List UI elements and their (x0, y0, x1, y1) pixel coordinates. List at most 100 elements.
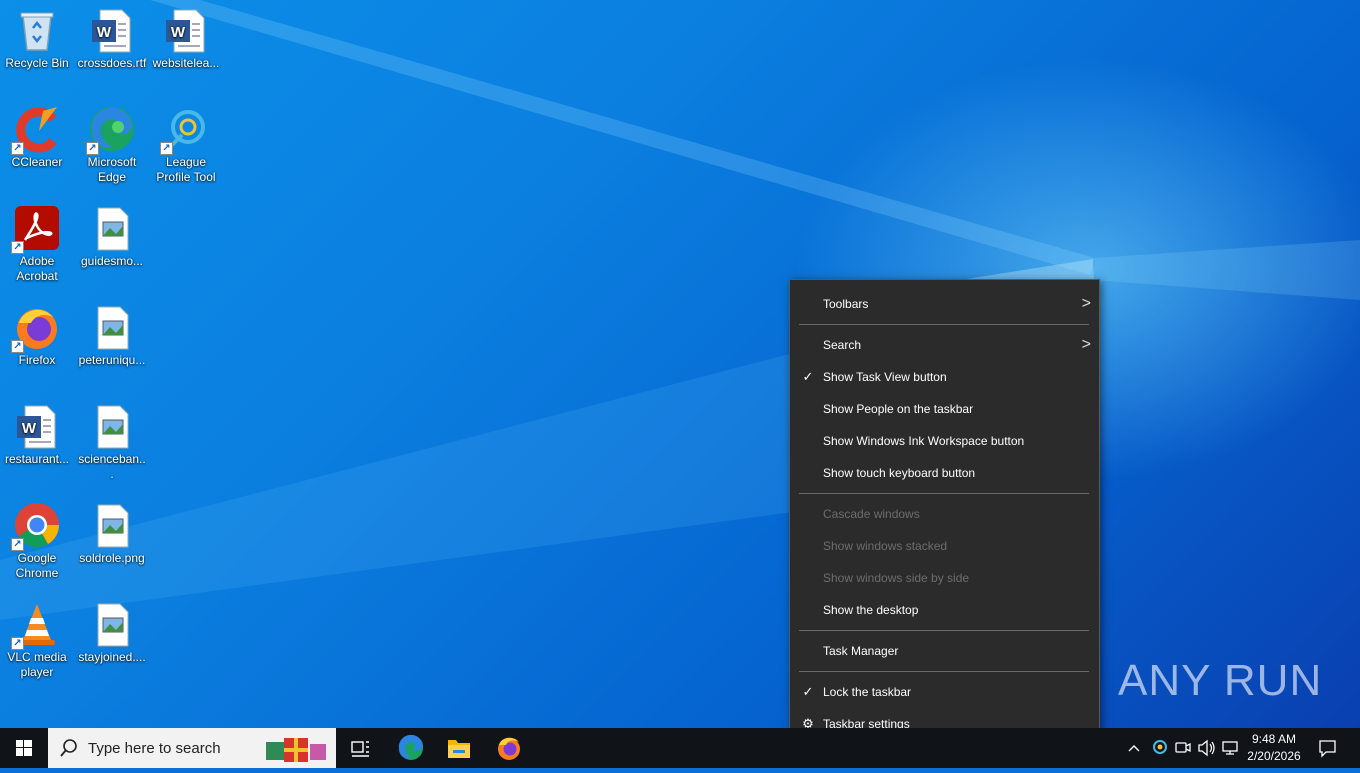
desktop-icon-microsoft-edge[interactable]: ↗ Microsoft Edge (76, 99, 148, 185)
menu-item-show-windows-side-by-side: Show windows side by side (790, 562, 1099, 594)
desktop-icon-soldrole[interactable]: soldrole.png (76, 495, 148, 566)
start-button[interactable] (0, 728, 48, 768)
menu-separator (799, 630, 1089, 631)
menu-separator (799, 324, 1089, 325)
menu-item-label: Show windows stacked (823, 539, 948, 553)
checkmark-icon: ✓ (802, 684, 814, 699)
menu-item-search[interactable]: Search > (790, 329, 1099, 361)
desktop-icon-label: VLC media player (7, 650, 67, 679)
desktop-icon-guidesmo[interactable]: guidesmo... (76, 198, 148, 269)
desktop-icon-label: Adobe Acrobat (16, 254, 58, 283)
menu-separator (799, 671, 1089, 672)
show-hidden-icons-button[interactable] (1126, 738, 1142, 763)
tray-league-profile-tool[interactable] (1150, 738, 1168, 763)
speaker-icon (1198, 739, 1215, 757)
search-icon (60, 739, 77, 757)
notification-icon (1319, 740, 1336, 758)
action-center-button[interactable] (1318, 738, 1338, 763)
desktop-icon-league-profile-tool[interactable]: ↗ League Profile Tool (150, 99, 222, 185)
tray-network[interactable] (1221, 738, 1241, 763)
word-document-icon: W (13, 402, 61, 450)
menu-item-label: Show Windows Ink Workspace button (823, 434, 1025, 448)
menu-item-show-touch-keyboard[interactable]: Show touch keyboard button (790, 457, 1099, 489)
tray-volume[interactable] (1197, 738, 1217, 763)
menu-item-label: Lock the taskbar (823, 685, 912, 699)
desktop-icon-label: CCleaner (11, 155, 63, 169)
tray-meet-now[interactable] (1174, 738, 1192, 763)
desktop-icon-label: Firefox (18, 353, 56, 367)
image-file-icon (88, 204, 136, 252)
menu-item-show-desktop[interactable]: Show the desktop (790, 594, 1099, 626)
taskbar-edge[interactable] (387, 728, 435, 768)
desktop-icon-ccleaner[interactable]: ↗ CCleaner (1, 99, 73, 170)
network-icon (1222, 741, 1238, 755)
desktop-icon-label: stayjoined.... (78, 650, 146, 664)
menu-item-show-windows-stacked: Show windows stacked (790, 530, 1099, 562)
taskbar[interactable]: Type here to search 9:48 AM 2/20/2026 (0, 728, 1360, 768)
svg-text:W: W (171, 24, 186, 41)
desktop-icon-label: peteruniqu... (78, 353, 146, 367)
chrome-icon: ↗ (11, 501, 61, 551)
desktop-icon-label: websitelea... (152, 56, 220, 70)
menu-separator (799, 493, 1089, 494)
menu-item-label: Task Manager (823, 644, 899, 658)
adobe-acrobat-icon: ↗ (11, 204, 61, 254)
shortcut-arrow-icon: ↗ (11, 142, 24, 155)
vlc-icon: ↗ (11, 600, 61, 650)
shortcut-arrow-icon: ↗ (160, 142, 173, 155)
desktop-icon-restaurant[interactable]: W restaurant... (1, 396, 73, 467)
task-view-button[interactable] (336, 728, 384, 768)
desktop-icon-websitelea[interactable]: W websitelea... (150, 0, 222, 71)
taskbar-search-box[interactable]: Type here to search (48, 728, 336, 768)
desktop-icon-adobe-acrobat[interactable]: ↗ Adobe Acrobat (1, 198, 73, 284)
menu-item-toolbars[interactable]: Toolbars > (790, 288, 1099, 320)
menu-item-show-ink-workspace[interactable]: Show Windows Ink Workspace button (790, 425, 1099, 457)
edge-icon: ↗ (86, 105, 136, 155)
recycle-bin-icon (13, 6, 61, 54)
taskbar-file-explorer[interactable] (435, 728, 483, 768)
taskbar-clock[interactable]: 9:48 AM 2/20/2026 (1242, 731, 1306, 765)
image-file-icon (88, 402, 136, 450)
image-file-icon (88, 303, 136, 351)
menu-item-label: Show the desktop (823, 603, 919, 617)
menu-item-label: Cascade windows (823, 507, 920, 521)
watermark: ANY RUN (1118, 656, 1323, 705)
chevron-right-icon: > (1081, 295, 1091, 312)
desktop-icon-vlc[interactable]: ↗ VLC media player (1, 594, 73, 680)
desktop-icon-label: crossdoes.rtf (77, 56, 147, 70)
desktop-icon-scienceban[interactable]: scienceban... (76, 396, 148, 482)
desktop-icon-label: restaurant... (4, 452, 70, 466)
taskbar-firefox[interactable] (485, 728, 533, 768)
desktop-icon-label: Recycle Bin (5, 56, 69, 70)
desktop[interactable]: Recycle Bin ↗ CCleaner ↗ Adobe Acrobat ↗… (0, 0, 1360, 728)
desktop-icon-label: scienceban... (78, 452, 146, 481)
clock-time: 9:48 AM (1251, 732, 1297, 746)
desktop-icon-firefox[interactable]: ↗ Firefox (1, 297, 73, 368)
menu-item-label: Toolbars (823, 297, 869, 311)
file-explorer-icon (448, 740, 470, 758)
desktop-icon-recycle-bin[interactable]: Recycle Bin (1, 0, 73, 71)
menu-item-show-people[interactable]: Show People on the taskbar (790, 393, 1099, 425)
desktop-icon-label: Google Chrome (15, 551, 59, 580)
menu-item-task-manager[interactable]: Task Manager (790, 635, 1099, 667)
desktop-icon-label: Microsoft Edge (87, 155, 137, 184)
menu-item-label: Search (823, 338, 862, 352)
chevron-right-icon: > (1081, 336, 1091, 353)
shortcut-arrow-icon: ↗ (11, 538, 24, 551)
menu-item-label: Show touch keyboard button (823, 466, 976, 480)
desktop-icon-stayjoined[interactable]: stayjoined.... (76, 594, 148, 665)
desktop-icon-crossdoes[interactable]: W crossdoes.rtf (76, 0, 148, 71)
image-file-icon (88, 501, 136, 549)
desktop-icon-label: guidesmo... (80, 254, 144, 268)
shortcut-arrow-icon: ↗ (11, 241, 24, 254)
desktop-icon-label: soldrole.png (79, 551, 145, 565)
svg-text:W: W (22, 420, 37, 437)
shortcut-arrow-icon: ↗ (11, 340, 24, 353)
menu-item-show-task-view[interactable]: ✓ Show Task View button (790, 361, 1099, 393)
menu-item-lock-taskbar[interactable]: ✓ Lock the taskbar (790, 676, 1099, 708)
desktop-icon-google-chrome[interactable]: ↗ Google Chrome (1, 495, 73, 581)
desktop-icon-peteruniqu[interactable]: peteruniqu... (76, 297, 148, 368)
firefox-icon (498, 737, 520, 760)
menu-item-label: Show windows side by side (823, 571, 970, 585)
menu-item-label: Show People on the taskbar (823, 402, 974, 416)
